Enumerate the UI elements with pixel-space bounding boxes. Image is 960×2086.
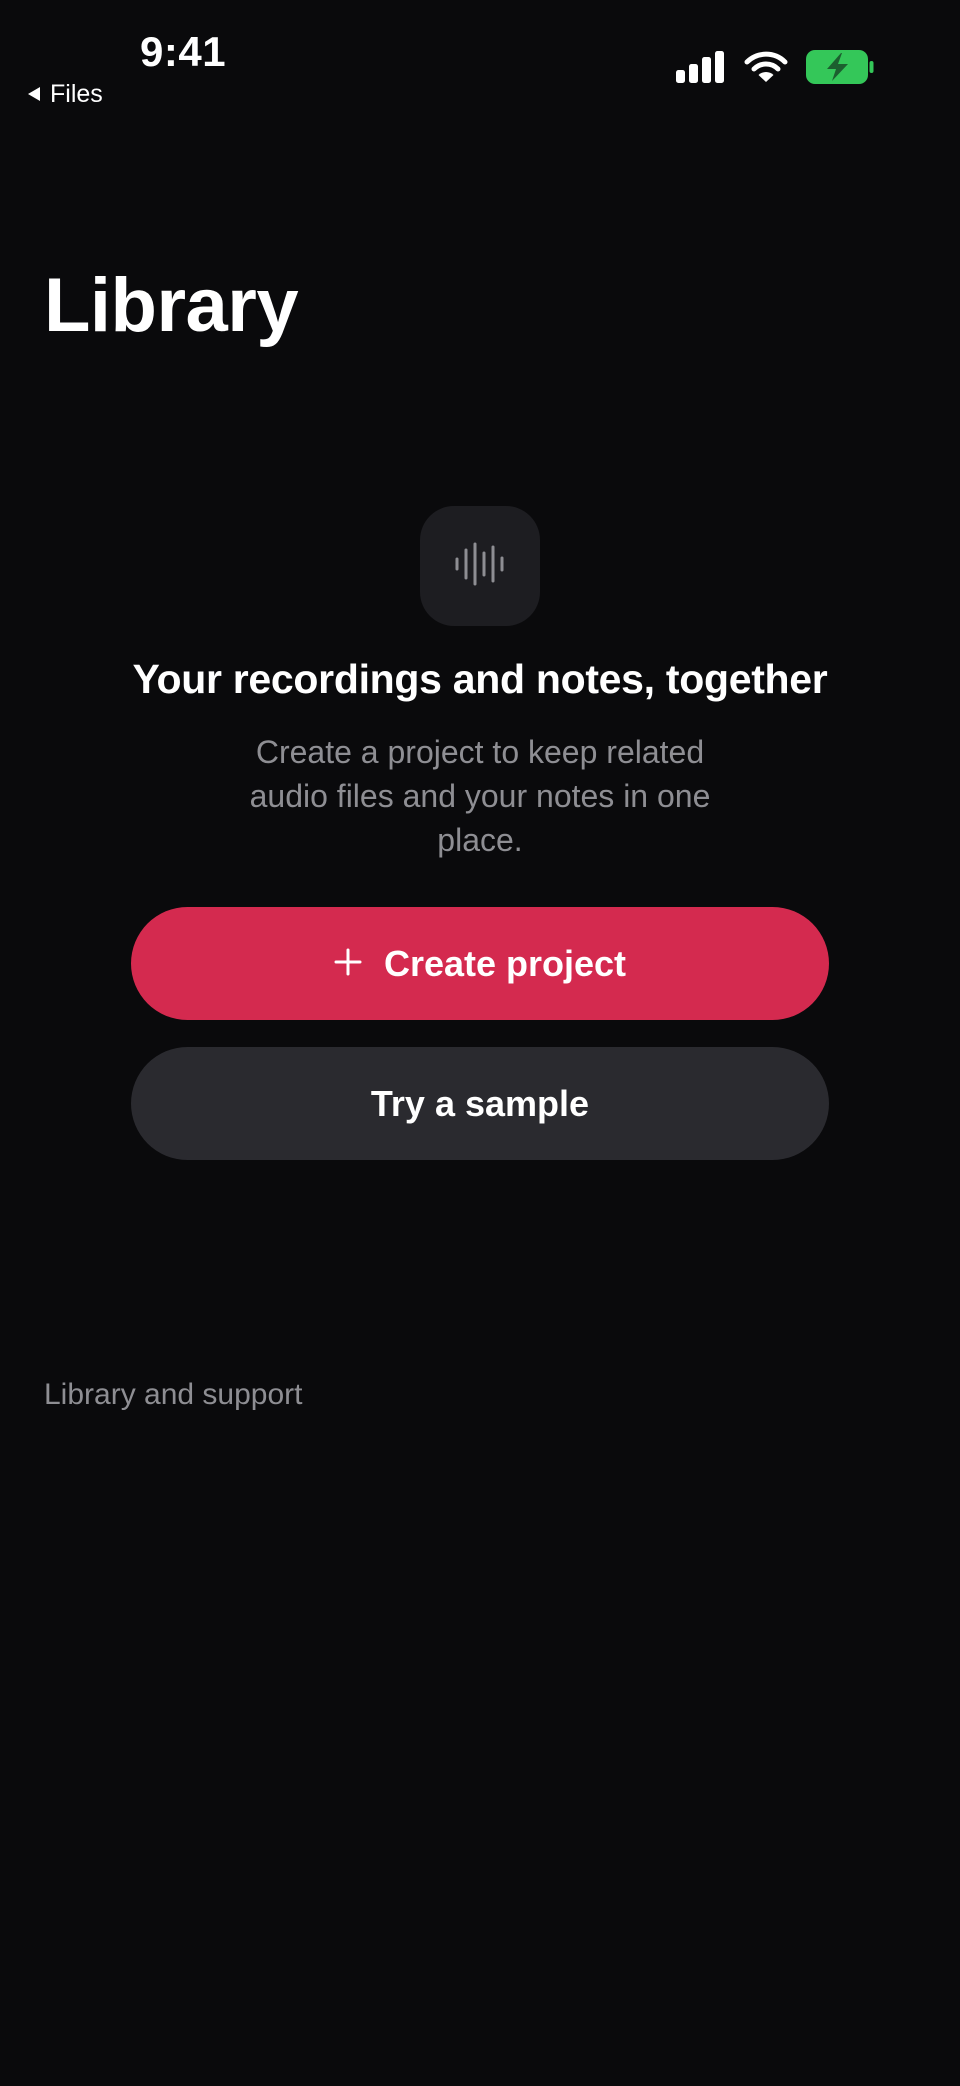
- empty-state-description: Create a project to keep related audio f…: [249, 734, 711, 858]
- back-to-files-button[interactable]: Files: [26, 80, 103, 109]
- battery-charging-icon: [806, 50, 874, 89]
- library-screen: 9:41 Files Library Your recordings and n…: [0, 0, 960, 2086]
- status-time: 9:41: [140, 28, 227, 75]
- try-sample-button[interactable]: Try a sample: [131, 1047, 829, 1160]
- plus-icon: [334, 940, 362, 984]
- cellular-signal-icon: [676, 51, 726, 88]
- back-triangle-icon: [26, 80, 42, 109]
- back-label: Files: [50, 80, 103, 108]
- wifi-icon: [744, 50, 788, 89]
- library-support-link[interactable]: Library and support: [44, 1378, 303, 1412]
- waveform-icon: [455, 542, 505, 591]
- try-sample-label: Try a sample: [370, 1082, 590, 1124]
- page-title: Library: [44, 263, 299, 348]
- status-icons: [676, 50, 874, 89]
- empty-state-heading: Your recordings and notes, together: [132, 656, 828, 702]
- create-project-label: Create project: [383, 942, 627, 984]
- empty-state-icon-tile: [420, 506, 540, 626]
- create-project-button[interactable]: Create project: [131, 907, 829, 1020]
